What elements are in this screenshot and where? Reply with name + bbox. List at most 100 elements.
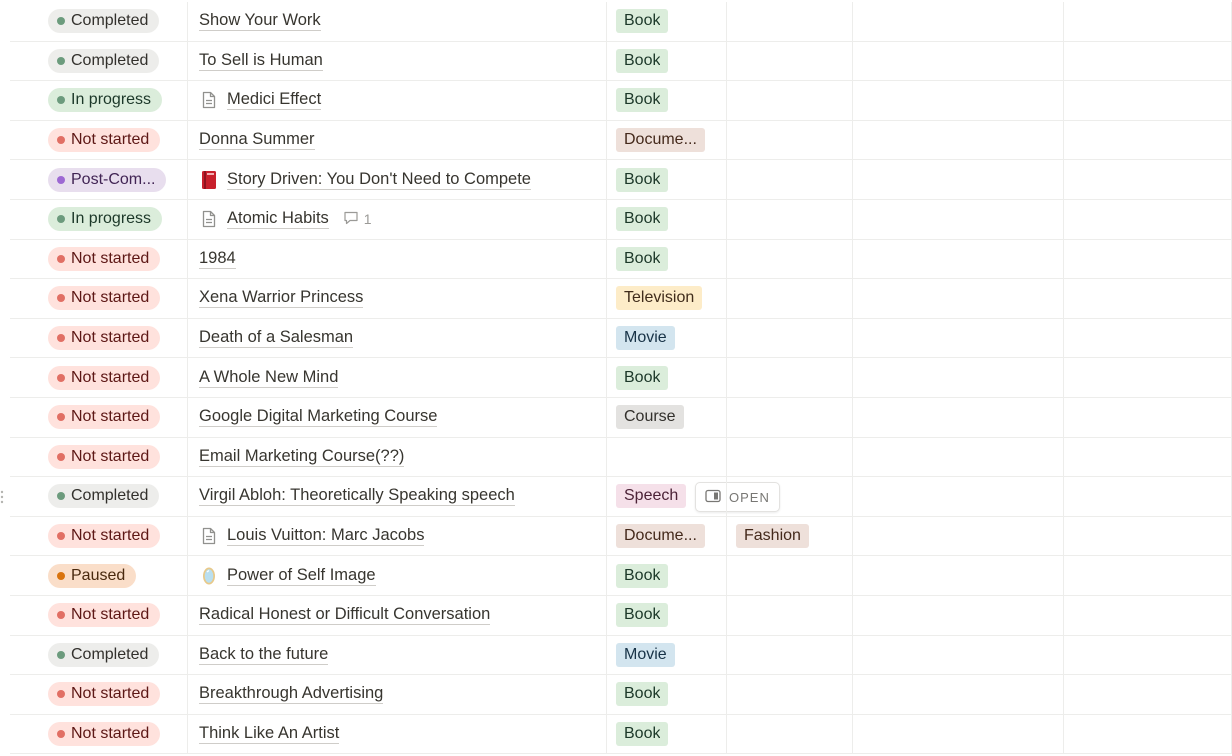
table-row[interactable]: In progress Medici Effect Book xyxy=(10,81,1232,121)
tag-cell[interactable] xyxy=(727,714,853,754)
empty-cell[interactable] xyxy=(1064,675,1232,714)
table-row[interactable]: Not started Think Like An Artist Book xyxy=(10,714,1232,755)
status-badge[interactable]: Not started xyxy=(48,524,161,549)
page-title-link[interactable]: Louis Vuitton: Marc Jacobs xyxy=(227,526,425,547)
page-title-link[interactable]: To Sell is Human xyxy=(199,51,323,71)
page-title-link[interactable]: Radical Honest or Difficult Conversation xyxy=(199,605,491,626)
name-cell[interactable]: Google Digital Marketing Course xyxy=(188,397,607,437)
table-row[interactable]: Paused Power of Self Image Book xyxy=(10,556,1232,596)
empty-cell[interactable] xyxy=(853,2,1064,41)
empty-cell[interactable] xyxy=(1064,81,1232,120)
type-cell[interactable]: Book xyxy=(607,556,727,595)
empty-cell[interactable] xyxy=(1064,2,1232,41)
empty-cell[interactable] xyxy=(853,675,1064,714)
empty-cell[interactable] xyxy=(853,318,1064,358)
empty-cell[interactable] xyxy=(1064,41,1232,81)
page-title-link[interactable]: A Whole New Mind xyxy=(199,368,339,388)
page-title-link[interactable]: Power of Self Image xyxy=(227,566,376,586)
type-tag[interactable]: Book xyxy=(616,48,669,73)
tag-cell[interactable] xyxy=(727,318,853,358)
type-cell[interactable]: Speech xyxy=(607,477,727,516)
type-cell[interactable]: Course xyxy=(607,397,727,437)
table-row[interactable]: Completed Virgil Abloh: Theoretically Sp… xyxy=(0,477,1232,517)
type-cell[interactable]: Book xyxy=(607,41,727,81)
type-tag[interactable]: Book xyxy=(616,365,669,390)
status-cell[interactable]: Completed xyxy=(10,477,188,516)
tag-cell[interactable] xyxy=(727,279,853,318)
empty-cell[interactable] xyxy=(1064,556,1232,595)
status-cell[interactable]: Not started xyxy=(10,714,188,754)
empty-cell[interactable] xyxy=(1064,120,1232,160)
type-tag[interactable]: Television xyxy=(616,286,703,311)
page-title-link[interactable]: Medici Effect xyxy=(227,90,322,111)
table-row[interactable]: Completed To Sell is Human Book xyxy=(10,41,1232,82)
status-cell[interactable]: Completed xyxy=(10,41,188,81)
table-row[interactable]: Not started 1984 Book xyxy=(10,239,1232,280)
type-cell[interactable]: Docume... xyxy=(607,516,727,556)
type-tag[interactable]: Movie xyxy=(616,642,675,667)
empty-cell[interactable] xyxy=(853,477,1064,516)
status-cell[interactable]: Not started xyxy=(10,397,188,437)
page-title-link[interactable]: Death of a Salesman xyxy=(199,328,354,349)
status-badge[interactable]: In progress xyxy=(48,207,163,232)
name-cell[interactable]: Death of a Salesman xyxy=(188,318,607,358)
status-cell[interactable]: Not started xyxy=(10,318,188,358)
type-cell[interactable]: Book xyxy=(607,675,727,714)
type-tag[interactable]: Book xyxy=(616,682,669,707)
name-cell[interactable]: Story Driven: You Don't Need to Compete xyxy=(188,160,607,199)
type-tag[interactable]: Book xyxy=(616,563,669,588)
page-title-link[interactable]: Virgil Abloh: Theoretically Speaking spe… xyxy=(199,486,515,507)
drag-handle-icon[interactable] xyxy=(0,490,4,504)
type-cell[interactable]: Movie xyxy=(607,318,727,358)
comment-indicator[interactable]: 1 xyxy=(343,211,372,228)
empty-cell[interactable] xyxy=(853,120,1064,160)
table-row[interactable]: Not started Donna Summer Docume... xyxy=(10,120,1232,161)
empty-cell[interactable] xyxy=(1064,318,1232,358)
status-cell[interactable]: Not started xyxy=(10,675,188,714)
empty-cell[interactable] xyxy=(1064,199,1232,239)
empty-cell[interactable] xyxy=(853,437,1064,477)
name-cell[interactable]: Medici Effect xyxy=(188,81,607,120)
page-title-link[interactable]: Back to the future xyxy=(199,645,329,665)
type-tag[interactable]: Docume... xyxy=(616,128,705,153)
table-row[interactable]: Not started Louis Vuitton: Marc Jacobs D… xyxy=(10,516,1232,557)
empty-cell[interactable] xyxy=(853,239,1064,279)
type-tag[interactable]: Speech xyxy=(616,484,687,509)
status-badge[interactable]: Completed xyxy=(48,9,160,34)
table-row[interactable]: Completed Back to the future Movie xyxy=(10,635,1232,676)
table-row[interactable]: Not started Breakthrough Advertising Boo… xyxy=(10,675,1232,715)
empty-cell[interactable] xyxy=(853,397,1064,437)
status-cell[interactable]: Not started xyxy=(10,437,188,477)
tag-cell[interactable] xyxy=(727,675,853,714)
empty-cell[interactable] xyxy=(853,635,1064,675)
status-badge[interactable]: In progress xyxy=(48,88,163,113)
page-title-link[interactable]: Donna Summer xyxy=(199,130,315,151)
status-cell[interactable]: Not started xyxy=(10,279,188,318)
table-row[interactable]: Not started Radical Honest or Difficult … xyxy=(10,595,1232,636)
tag-cell[interactable] xyxy=(727,160,853,199)
name-cell[interactable]: To Sell is Human xyxy=(188,41,607,81)
empty-cell[interactable] xyxy=(853,595,1064,635)
empty-cell[interactable] xyxy=(1064,516,1232,556)
name-cell[interactable]: Email Marketing Course(??) xyxy=(188,437,607,477)
status-badge[interactable]: Not started xyxy=(48,246,161,271)
type-cell[interactable]: Book xyxy=(607,199,727,239)
page-title-link[interactable]: Breakthrough Advertising xyxy=(199,684,384,705)
type-cell[interactable]: Docume... xyxy=(607,120,727,160)
table-row[interactable]: Not started Email Marketing Course(??) xyxy=(10,437,1232,478)
status-cell[interactable]: Paused xyxy=(10,556,188,595)
empty-cell[interactable] xyxy=(1064,635,1232,675)
table-row[interactable]: Not started A Whole New Mind Book xyxy=(10,358,1232,398)
type-cell[interactable]: Book xyxy=(607,595,727,635)
status-badge[interactable]: Not started xyxy=(48,603,161,628)
page-title-link[interactable]: Email Marketing Course(??) xyxy=(199,447,405,467)
status-badge[interactable]: Not started xyxy=(48,682,161,707)
type-cell[interactable]: Book xyxy=(607,81,727,120)
table-row[interactable]: Not started Xena Warrior Princess Televi… xyxy=(10,279,1232,319)
type-cell[interactable]: Book xyxy=(607,358,727,397)
empty-cell[interactable] xyxy=(853,41,1064,81)
page-title-link[interactable]: 1984 xyxy=(199,249,236,269)
table-row[interactable]: Not started Death of a Salesman Movie xyxy=(10,318,1232,359)
empty-cell[interactable] xyxy=(1064,477,1232,516)
status-cell[interactable]: In progress xyxy=(10,81,188,120)
